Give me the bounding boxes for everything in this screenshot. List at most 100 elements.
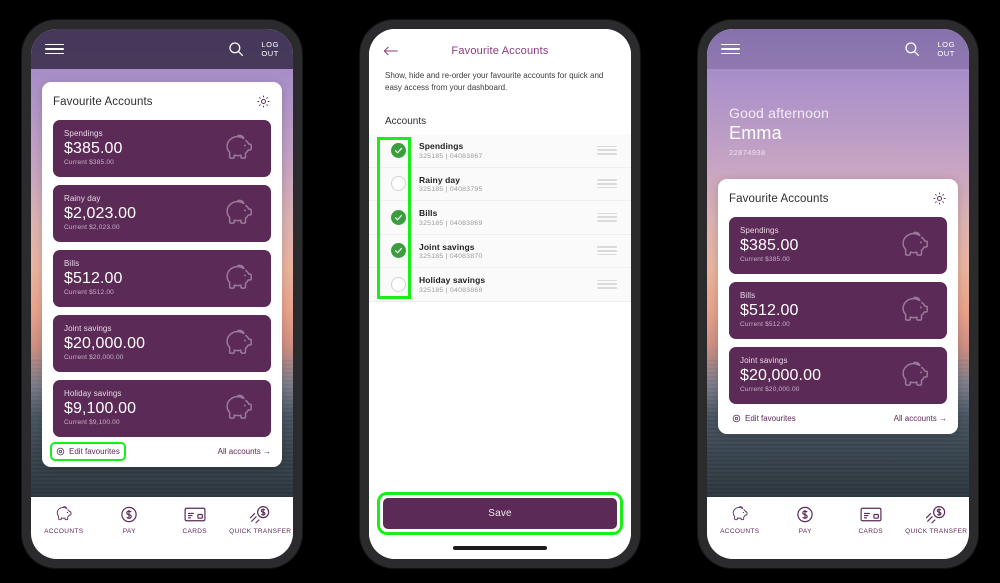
logout-line-2: OUT [937, 49, 955, 58]
nav-label: PAY [798, 528, 812, 535]
account-tile[interactable]: Joint savings $20,000.00 Current $20,000… [729, 347, 947, 404]
nav-label: CARDS [182, 528, 207, 535]
edit-favourites-label: Edit favourites [69, 447, 120, 456]
phone-1-screen: LOG OUT Favourite Accounts Spendings $38… [31, 29, 293, 559]
nav-item-accounts[interactable]: ACCOUNTS [31, 505, 97, 535]
toggle-cell [383, 243, 413, 259]
account-tile[interactable]: Holiday savings $9,100.00 Current $9,100… [53, 380, 271, 437]
credit-card-icon [184, 505, 206, 524]
phone-3-screen: LOG OUT Good afternoon Emma 22874938 Fav… [707, 29, 969, 559]
nav-label: ACCOUNTS [44, 528, 84, 535]
all-accounts-link[interactable]: All accounts → [218, 447, 271, 456]
piggy-bank-icon [729, 505, 751, 524]
drag-handle-icon[interactable] [597, 179, 617, 189]
nav-item-pay[interactable]: PAY [97, 505, 163, 535]
favourite-accounts-footer: Edit favourites All accounts → [50, 442, 271, 461]
page-title: Favourite Accounts [729, 192, 829, 205]
phone-2-edit-favourites: Favourite Accounts Show, hide and re-ord… [360, 20, 640, 568]
logout-button[interactable]: LOG OUT [937, 40, 955, 58]
edit-favourites-screen: Favourite Accounts Show, hide and re-ord… [369, 29, 631, 559]
drag-handle-icon[interactable] [597, 246, 617, 256]
account-row[interactable]: Rainy day 325185 | 04083795 [369, 167, 631, 201]
page-title: Favourite Accounts [53, 95, 153, 108]
account-number: 325185 | 04083869 [419, 219, 483, 227]
account-tile-list: Spendings $385.00 Current $385.00 Rainy … [53, 120, 271, 437]
search-icon[interactable] [227, 40, 245, 58]
all-accounts-link[interactable]: All accounts → [894, 414, 947, 423]
piggy-bank-icon [220, 197, 258, 231]
account-name: Holiday savings [419, 275, 486, 285]
account-row[interactable]: Joint savings 325185 | 04083870 [369, 234, 631, 268]
screenshot-canvas: LOG OUT Favourite Accounts Spendings $38… [0, 0, 1000, 583]
edit-favourites-button[interactable]: Edit favourites [729, 412, 799, 425]
account-toggle-off[interactable] [390, 276, 406, 292]
account-tile[interactable]: Bills $512.00 Current $512.00 [729, 282, 947, 339]
nav-item-cards[interactable]: CARDS [838, 505, 904, 535]
page-description: Show, hide and re-order your favourite a… [385, 71, 604, 92]
account-name: Joint savings [419, 241, 475, 252]
drag-handle-icon[interactable] [597, 212, 617, 222]
phone-3-bottom-nav: ACCOUNTS PAY CARDS QUICK TRANSFER [707, 497, 969, 559]
nav-label: QUICK TRANSFER [905, 528, 968, 535]
nav-label: ACCOUNTS [720, 528, 760, 535]
save-button-highlight: Save [377, 492, 623, 535]
favourite-accounts-header: Favourite Accounts [729, 191, 947, 206]
favourite-accounts-footer: Edit favourites All accounts → [729, 412, 947, 425]
account-toggle-on[interactable] [390, 243, 406, 259]
nav-item-cards[interactable]: CARDS [162, 505, 228, 535]
account-tile[interactable]: Bills $512.00 Current $512.00 [53, 250, 271, 307]
piggy-bank-icon [220, 392, 258, 426]
nav-item-quick-transfer[interactable]: QUICK TRANSFER [904, 505, 970, 535]
account-toggle-on[interactable] [390, 209, 406, 225]
account-row-body: Bills 325185 | 04083869 [413, 208, 597, 227]
account-tile[interactable]: Rainy day $2,023.00 Current $2,023.00 [53, 185, 271, 242]
account-row[interactable]: Spendings 325185 | 04083867 [369, 134, 631, 168]
phone-2-screen: Favourite Accounts Show, hide and re-ord… [369, 29, 631, 559]
gear-icon[interactable] [256, 94, 271, 109]
nav-label: PAY [122, 528, 136, 535]
account-tile-list: Spendings $385.00 Current $385.00 Bills … [729, 217, 947, 404]
phone-2-header: Favourite Accounts [369, 29, 631, 67]
toggle-cell [383, 176, 413, 192]
save-button[interactable]: Save [383, 498, 617, 529]
account-row-body: Joint savings 325185 | 04083870 [413, 242, 597, 261]
account-toggle-on[interactable] [390, 142, 406, 158]
nav-item-quick-transfer[interactable]: QUICK TRANSFER [228, 505, 294, 535]
piggy-bank-icon [220, 132, 258, 166]
account-tile[interactable]: Joint savings $20,000.00 Current $20,000… [53, 315, 271, 372]
search-icon[interactable] [903, 40, 921, 58]
favourite-accounts-header: Favourite Accounts [53, 94, 271, 109]
phone-3-dashboard-updated: LOG OUT Good afternoon Emma 22874938 Fav… [698, 20, 978, 568]
quick-transfer-icon [925, 505, 947, 524]
logout-line-2: OUT [261, 49, 279, 58]
account-row[interactable]: Holiday savings 325185 | 04083868 [369, 268, 631, 302]
page-title: Favourite Accounts [451, 45, 549, 57]
piggy-bank-icon [53, 505, 75, 524]
accounts-list-wrapper: Spendings 325185 | 04083867 Rainy day 32… [369, 134, 631, 302]
account-toggle-off[interactable] [390, 176, 406, 192]
nav-label: QUICK TRANSFER [229, 528, 292, 535]
edit-favourites-button[interactable]: Edit favourites [50, 442, 126, 461]
phone-1-dashboard: LOG OUT Favourite Accounts Spendings $38… [22, 20, 302, 568]
account-number: 325185 | 04083868 [419, 286, 483, 294]
nav-item-pay[interactable]: PAY [773, 505, 839, 535]
gear-icon[interactable] [932, 191, 947, 206]
drag-handle-icon[interactable] [597, 279, 617, 289]
gear-icon [732, 414, 741, 423]
hamburger-menu-icon[interactable] [45, 43, 64, 55]
account-tile[interactable]: Spendings $385.00 Current $385.00 [53, 120, 271, 177]
logout-button[interactable]: LOG OUT [261, 40, 279, 58]
nav-item-accounts[interactable]: ACCOUNTS [707, 505, 773, 535]
dollar-circle-icon [794, 505, 816, 524]
toggle-cell [383, 142, 413, 158]
account-name: Rainy day [419, 174, 461, 185]
piggy-bank-icon [896, 294, 934, 328]
hamburger-menu-icon[interactable] [721, 43, 740, 55]
account-row[interactable]: Bills 325185 | 04083869 [369, 201, 631, 235]
phone-1-app-bar: LOG OUT [31, 29, 293, 69]
account-tile[interactable]: Spendings $385.00 Current $385.00 [729, 217, 947, 274]
home-indicator [453, 546, 547, 550]
drag-handle-icon[interactable] [597, 145, 617, 155]
logout-line-1: LOG [937, 40, 955, 49]
piggy-bank-icon [896, 359, 934, 393]
